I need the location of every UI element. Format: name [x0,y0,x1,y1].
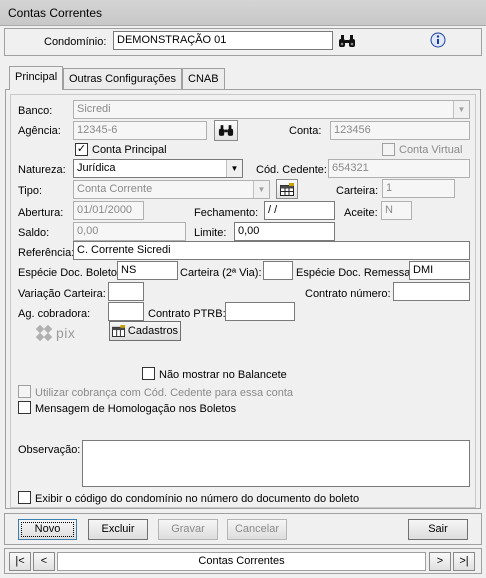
banco-select[interactable]: Sicredi ▼ [73,100,470,119]
aceite-label: Aceite: [344,207,378,219]
fechamento-label: Fechamento: [194,207,259,219]
novo-label: Novo [34,523,61,535]
cancelar-label: Cancelar [234,523,280,535]
chevron-down-icon: ▼ [453,101,469,118]
conta-virtual-label: Conta Virtual [399,144,463,156]
contrato-ptrb-field[interactable] [225,302,295,321]
binoculars-icon [218,125,234,136]
mensagem-homologacao-label: Mensagem de Homologação nos Boletos [35,403,237,415]
nav-prev-button[interactable]: < [33,552,55,571]
variacao-field[interactable] [108,282,144,301]
observacao-label: Observação: [18,444,81,456]
tab-outras-configuracoes[interactable]: Outras Configurações [63,68,182,90]
conta-principal-label: Conta Principal [92,144,167,156]
referencia-label: Referência: [18,247,75,259]
referencia-field[interactable]: C. Corrente Sicredi [73,241,470,260]
cod-cedente-label: Cód. Cedente: [256,164,327,176]
contrato-numero-label: Contrato número: [305,288,391,300]
tipo-label: Tipo: [18,185,43,197]
tab-cnab[interactable]: CNAB [182,68,225,90]
ag-cobradora-field[interactable] [108,302,144,321]
pix-logo-text: pix [56,325,76,341]
agencia-field[interactable]: 12345-6 [73,121,207,140]
tipo-select[interactable]: Conta Corrente ▼ [73,180,270,199]
carteira2via-label: Carteira (2ª Via): [180,267,262,279]
gravar-button[interactable]: Gravar [158,519,218,540]
nav-next-button[interactable]: > [429,552,451,571]
especie-boleto-field[interactable]: NS [117,261,178,280]
exibir-codigo-checkbox[interactable] [18,491,31,504]
conta-virtual-checkbox[interactable] [382,143,395,156]
nav-first-button[interactable]: |< [9,552,31,571]
nav-last-button[interactable]: >| [453,552,475,571]
carteira-field[interactable]: 1 [382,179,455,198]
cancelar-button[interactable]: Cancelar [227,519,287,540]
conta-principal-checkbox[interactable]: ✓ [75,143,88,156]
condominio-label: Condomínio: [44,36,107,48]
table-icon [111,325,125,337]
natureza-label: Natureza: [18,164,66,176]
banco-label: Banco: [18,105,53,117]
sair-label: Sair [428,523,448,535]
nao-mostrar-checkbox[interactable] [142,367,155,380]
table-icon [279,182,294,196]
conta-label: Conta: [289,125,322,137]
abertura-label: Abertura: [18,207,64,219]
saldo-field[interactable]: 0,00 [73,222,186,241]
excluir-button[interactable]: Excluir [88,519,148,540]
cadastros-button[interactable]: Cadastros [109,321,181,341]
tipo-table-button[interactable] [276,179,298,199]
sair-button[interactable]: Sair [408,519,468,540]
excluir-label: Excluir [101,523,135,535]
especie-boleto-label: Espécie Doc. Boleto: [18,267,121,279]
saldo-label: Saldo: [18,227,50,239]
observacao-textarea[interactable] [82,440,470,487]
aceite-field[interactable]: N [381,201,412,220]
agencia-search-button[interactable] [214,120,238,141]
info-icon[interactable] [430,32,446,48]
carteira2via-field[interactable] [263,261,293,280]
cod-cedente-field[interactable]: 654321 [328,159,470,178]
condominio-field[interactable]: DEMONSTRAÇÃO 01 [113,31,333,50]
novo-button[interactable]: Novo [18,519,77,540]
window-title: Contas Correntes [0,0,486,26]
pix-diamond-icon [35,324,53,342]
binoculars-icon [339,34,355,47]
abertura-field[interactable]: 01/01/2000 [73,201,144,220]
mensagem-homologacao-checkbox[interactable] [18,401,31,414]
fechamento-field[interactable]: / / [264,201,335,220]
condominio-search-button[interactable] [336,31,358,50]
especie-remessa-field[interactable]: DMI [409,261,470,280]
carteira-label: Carteira: [336,185,379,197]
utilizar-cobranca-checkbox[interactable] [18,385,31,398]
ag-cobradora-label: Ag. cobradora: [18,308,91,320]
limite-label: Limite: [194,227,227,239]
gravar-label: Gravar [171,523,205,535]
contrato-ptrb-label: Contrato PTRB: [148,308,226,320]
cadastros-label: Cadastros [127,324,179,337]
navigator-label: Contas Correntes [57,552,426,571]
agencia-label: Agência: [18,125,61,137]
utilizar-cobranca-label: Utilizar cobrança com Cód. Cedente para … [35,387,294,399]
especie-remessa-label: Espécie Doc. Remessa: [296,267,414,279]
variacao-label: Variação Carteira: [18,288,106,300]
exibir-codigo-label: Exibir o código do condomínio no número … [35,493,360,505]
natureza-select[interactable]: Jurídica ▼ [73,159,243,178]
tab-principal[interactable]: Principal [9,66,64,90]
conta-field[interactable]: 123456 [330,121,470,140]
limite-field[interactable]: 0,00 [234,222,335,241]
contrato-numero-field[interactable] [393,282,470,301]
chevron-down-icon: ▼ [226,160,242,177]
pix-logo: pix [34,322,90,344]
chevron-down-icon: ▼ [253,181,269,198]
nao-mostrar-label: Não mostrar no Balancete [159,369,287,381]
